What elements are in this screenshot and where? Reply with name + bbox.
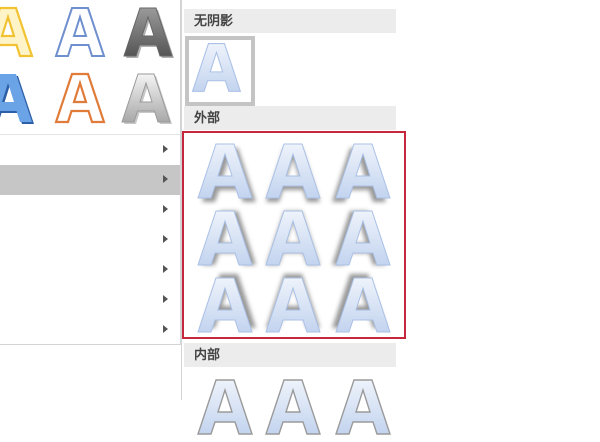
shadow-gallery: 无阴影 外部 内部 [181,0,416,435]
effect-styles-row-2 [0,68,180,128]
submenu-item-7[interactable] [0,315,180,344]
chevron-right-icon [163,295,168,303]
section-header-outer: 外部 [184,106,396,130]
chevron-right-icon [163,325,168,333]
letter-a-outer-shadow-diag-bottom-right-icon[interactable] [190,136,260,206]
chevron-right-icon [163,205,168,213]
section-header-inner: 内部 [184,343,396,367]
chevron-right-icon [163,235,168,243]
letter-a-outer-shadow-center-icon[interactable] [258,203,328,273]
letter-a-no-shadow-icon [192,43,241,92]
letter-a-outer-shadow-left-icon[interactable] [328,203,398,273]
letter-a-orange-outline-icon[interactable] [50,68,110,128]
submenu-item-4[interactable] [0,225,180,255]
submenu-item-1[interactable] [0,135,180,165]
letter-a-outer-shadow-diag-top-right-icon[interactable] [190,270,260,340]
chevron-right-icon [163,175,168,183]
letter-a-inner-shadow-icon[interactable] [258,372,328,442]
letter-a-inner-shadow-icon[interactable] [328,372,398,442]
letter-a-yellow-outline-icon[interactable] [0,2,38,62]
submenu-item-6[interactable] [0,285,180,315]
letter-a-outer-shadow-diag-bottom-left-icon[interactable] [328,136,398,206]
no-shadow-option[interactable] [185,36,255,106]
submenu-item-3[interactable] [0,195,180,225]
letter-a-inner-shadow-icon[interactable] [190,372,260,442]
letter-a-gray-bevel-icon[interactable] [118,2,178,62]
letter-a-outer-shadow-right-icon[interactable] [190,203,260,273]
letter-a-outer-shadow-top-icon[interactable] [258,270,328,340]
effect-menu [0,0,181,345]
section-header-no-shadow: 无阴影 [184,9,396,33]
submenu-item-5[interactable] [0,255,180,285]
letter-a-blue-shadow-icon[interactable] [0,68,38,128]
letter-a-outer-shadow-diag-top-left-icon[interactable] [328,270,398,340]
effect-styles-row-1 [0,2,180,62]
letter-a-outer-shadow-bottom-icon[interactable] [258,136,328,206]
chevron-right-icon [163,145,168,153]
letter-a-blue-outline-icon[interactable] [50,2,110,62]
letter-a-silver-gradient-icon[interactable] [116,68,176,128]
chevron-right-icon [163,265,168,273]
submenu-item-2[interactable] [0,165,180,195]
